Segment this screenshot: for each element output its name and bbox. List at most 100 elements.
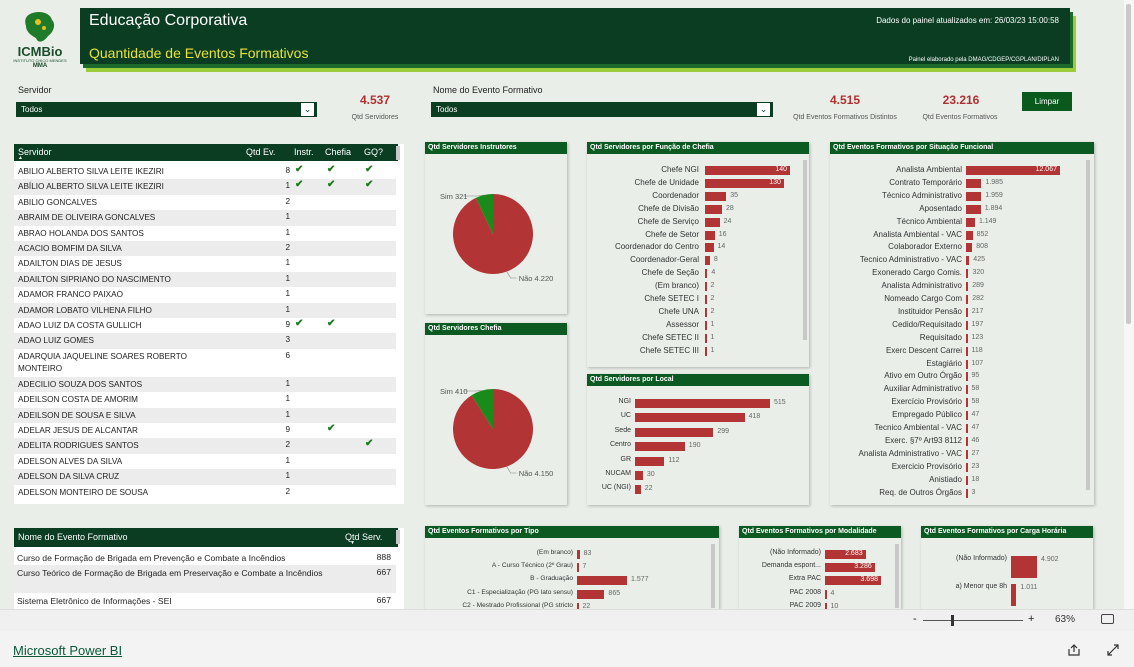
bar[interactable] (635, 427, 714, 437)
bar[interactable] (966, 411, 968, 421)
page-scrollbar[interactable] (1124, 0, 1134, 609)
bar[interactable] (966, 256, 970, 266)
bar[interactable] (577, 563, 579, 573)
instrutores-pie-chart[interactable]: Sim 321 Não 4.220 (425, 156, 567, 314)
bar[interactable] (635, 442, 685, 452)
situacao-scrollbar[interactable] (1086, 160, 1090, 490)
table-row[interactable]: ADELSON DA SILVA CRUZ 1 (14, 469, 396, 485)
table-row[interactable]: Curso de Formação de Brigada em Prevençã… (14, 550, 396, 565)
table-row[interactable]: ADAO LUIZ DA COSTA GULLICH 9 ✔ ✔ (14, 318, 396, 334)
chefia-pie-chart[interactable]: Sim 410 Não 4.150 (425, 337, 567, 505)
bar[interactable] (966, 191, 982, 201)
modalidade-scrollbar[interactable] (895, 544, 899, 608)
bar[interactable] (966, 372, 968, 382)
bar[interactable] (966, 178, 982, 188)
table-row[interactable]: ACACIO BOMFIM DA SILVA 2 (14, 241, 396, 257)
bar[interactable] (966, 282, 969, 292)
zoom-in-button[interactable]: + (1028, 613, 1034, 625)
sort-desc-icon[interactable]: ▼ (350, 540, 355, 546)
bar[interactable] (635, 399, 770, 408)
bar[interactable] (705, 320, 707, 330)
table-row[interactable]: ADARQUIA JAQUELINE SOARES ROBERTO MONTEI… (14, 348, 396, 377)
bar[interactable] (705, 217, 720, 227)
evento-table-scrollbar[interactable] (396, 530, 400, 544)
col-qtd-ev[interactable]: Qtd Ev. (246, 147, 275, 157)
bar[interactable] (825, 589, 827, 599)
funcao-scrollbar[interactable] (803, 160, 807, 340)
bar[interactable] (577, 576, 627, 586)
bar[interactable] (705, 230, 715, 240)
bar[interactable] (1011, 556, 1037, 578)
limpar-button[interactable]: Limpar (1022, 92, 1072, 111)
bar[interactable] (966, 217, 975, 227)
bar[interactable] (966, 475, 968, 485)
share-icon[interactable] (1067, 643, 1081, 657)
col-servidor[interactable]: Servidor (18, 147, 52, 157)
bar[interactable] (1011, 584, 1017, 606)
zoom-slider[interactable] (923, 620, 1023, 621)
bar[interactable] (635, 471, 643, 480)
bar[interactable] (705, 333, 707, 343)
table-row[interactable]: ADAILTON SIPRIANO DO NASCIMENTO 1 (14, 271, 396, 288)
fit-to-page-icon[interactable] (1101, 614, 1114, 624)
bar[interactable] (966, 307, 968, 317)
bar[interactable] (705, 295, 707, 304)
zoom-slider-handle[interactable] (951, 615, 954, 626)
bar[interactable] (966, 269, 969, 279)
bar[interactable] (966, 204, 981, 214)
table-row[interactable]: ADEILSON DE SOUSA E SILVA 1 (14, 407, 396, 423)
col-gq[interactable]: GQ? (364, 147, 383, 157)
page-scrollbar-thumb[interactable] (1126, 4, 1131, 324)
table-row[interactable]: Curso Teórico de Formação de Brigada em … (14, 565, 396, 593)
col-instr[interactable]: Instr. (294, 147, 314, 157)
bar[interactable] (705, 269, 708, 279)
table-row[interactable]: ADELSON ALVES DA SILVA 1 (14, 453, 396, 470)
servidor-table-scrollbar[interactable] (396, 146, 400, 160)
zoom-out-button[interactable]: - (913, 613, 917, 625)
bar[interactable] (966, 449, 968, 459)
bar[interactable] (577, 550, 580, 559)
table-row[interactable]: ADAO LUIZ GOMES 3 (14, 333, 396, 349)
bar[interactable] (966, 333, 968, 343)
bar[interactable] (635, 413, 745, 423)
table-row[interactable]: ADAMOR LOBATO VILHENA FILHO 1 (14, 302, 396, 318)
bar[interactable] (705, 204, 722, 214)
bar[interactable] (705, 256, 710, 266)
table-row[interactable]: ABRAO HOLANDA DOS SANTOS 1 (14, 225, 396, 241)
table-row[interactable]: ABILIO ALBERTO SILVA LEITE IKEZIRI 8 ✔ ✔ ✔ (14, 164, 396, 180)
bar[interactable] (966, 424, 968, 433)
bar[interactable] (705, 282, 707, 292)
bar[interactable] (966, 385, 968, 395)
servidor-dropdown[interactable]: Todos ⌄ (16, 102, 317, 117)
table-row[interactable]: ADELAR JESUS DE ALCANTAR 9 ✔ (14, 423, 396, 439)
bar[interactable] (966, 488, 968, 498)
bar[interactable] (966, 398, 968, 408)
bar[interactable] (635, 456, 665, 466)
bar[interactable] (966, 346, 968, 356)
table-row[interactable]: ADELITA RODRIGUES SANTOS 2 ✔ (14, 438, 396, 454)
bar[interactable] (966, 243, 973, 253)
table-row[interactable]: ABILIO GONCALVES 2 (14, 194, 396, 211)
bar[interactable] (705, 307, 707, 317)
table-row[interactable]: ADEILSON COSTA DE AMORIM 1 (14, 392, 396, 408)
bar[interactable] (966, 320, 968, 330)
bar[interactable] (966, 295, 969, 304)
table-row[interactable]: ABRAIM DE OLIVEIRA GONCALVES 1 (14, 210, 396, 226)
table-row[interactable]: ADECILIO SOUZA DOS SANTOS 1 (14, 376, 396, 393)
col-chefia[interactable]: Chefia (325, 147, 351, 157)
bar[interactable] (705, 243, 714, 253)
powerbi-link[interactable]: Microsoft Power BI (13, 643, 122, 658)
bar[interactable] (966, 359, 968, 369)
table-row[interactable]: ADAMOR FRANCO PAIXAO 1 (14, 287, 396, 303)
table-row[interactable]: ADELSON MONTEIRO DE SOUSA 2 (14, 484, 396, 500)
bar[interactable] (966, 230, 973, 240)
table-row[interactable]: ADAILTON DIAS DE JESUS 1 (14, 256, 396, 272)
tipo-scrollbar[interactable] (711, 544, 715, 608)
bar[interactable] (705, 346, 707, 356)
col-nome-evento[interactable]: Nome do Evento Formativo (18, 532, 128, 542)
bar[interactable] (705, 191, 727, 201)
bar[interactable] (577, 589, 605, 599)
table-row[interactable]: Sistema Eletrônico de Informações - SEI 6… (14, 593, 396, 608)
sort-icon[interactable]: ▲ (18, 155, 23, 161)
bar[interactable] (966, 436, 968, 446)
